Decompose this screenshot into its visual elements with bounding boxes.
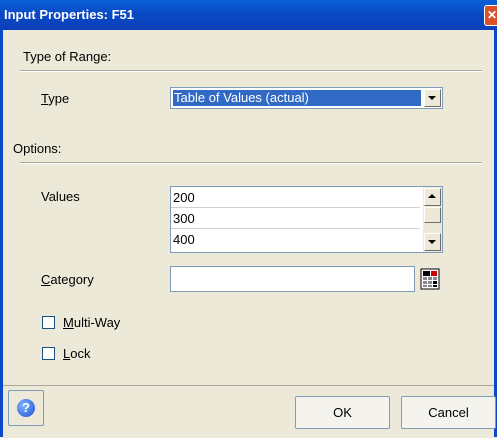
ok-button[interactable]: OK: [295, 396, 390, 429]
multi-way-label-rest: ulti-Way: [73, 315, 121, 330]
values-scrollbar[interactable]: [423, 187, 442, 252]
close-button[interactable]: ✕: [484, 5, 497, 26]
table-grid-icon: [420, 268, 440, 290]
type-label: Type: [41, 91, 69, 106]
divider: [20, 162, 482, 164]
help-button[interactable]: ?: [8, 390, 44, 426]
title-bar[interactable]: Input Properties: F51 ✕: [0, 0, 497, 30]
window-border-left: [0, 30, 3, 437]
scroll-up-button[interactable]: [424, 188, 441, 206]
scroll-thumb[interactable]: [424, 207, 441, 223]
divider: [20, 70, 482, 72]
close-icon: ✕: [487, 8, 497, 22]
type-dropdown-button[interactable]: [424, 89, 441, 107]
multi-way-label[interactable]: Multi-Way: [63, 315, 120, 330]
type-label-rest: ype: [48, 91, 70, 106]
multi-way-mnemonic: M: [63, 315, 74, 330]
values-label: Values: [41, 189, 80, 204]
category-label: Category: [41, 272, 94, 287]
options-heading: Options:: [13, 141, 62, 156]
category-picker-button[interactable]: [420, 268, 440, 290]
cancel-button[interactable]: Cancel: [401, 396, 496, 429]
multi-way-checkbox[interactable]: [42, 316, 55, 329]
type-select-value: Table of Values (actual): [173, 90, 421, 106]
category-label-rest: ategory: [50, 272, 94, 287]
category-label-mnemonic: C: [41, 272, 51, 287]
list-item[interactable]: 400: [171, 229, 420, 250]
help-icon: ?: [17, 399, 35, 417]
lock-label[interactable]: Lock: [63, 346, 90, 361]
arrow-up-icon: [428, 194, 436, 198]
scroll-down-button[interactable]: [424, 233, 441, 251]
values-list[interactable]: 200 300 400: [170, 186, 443, 253]
window-title: Input Properties: F51: [4, 7, 135, 22]
list-item[interactable]: 200: [171, 187, 420, 208]
arrow-down-icon: [428, 240, 436, 244]
type-of-range-heading: Type of Range:: [23, 49, 112, 64]
type-select[interactable]: Table of Values (actual): [170, 87, 443, 109]
list-item[interactable]: 300: [171, 208, 420, 229]
lock-checkbox[interactable]: [42, 347, 55, 360]
lock-label-rest: ock: [70, 346, 91, 361]
chevron-down-icon: [428, 96, 436, 100]
category-input[interactable]: [170, 266, 415, 292]
